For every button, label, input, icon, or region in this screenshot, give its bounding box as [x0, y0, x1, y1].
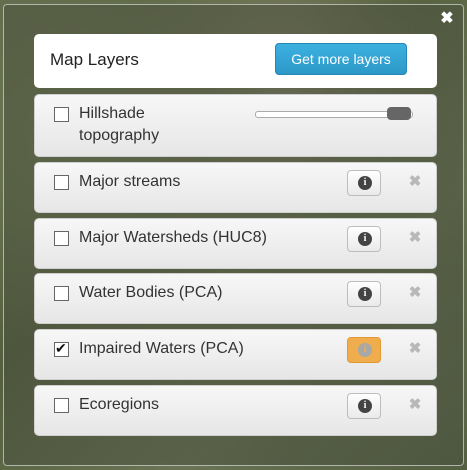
remove-icon[interactable]: ✖ — [408, 230, 422, 245]
remove-icon[interactable]: ✖ — [408, 397, 422, 412]
layer-item-major-streams: Major streams i ✖ — [34, 162, 437, 213]
layer-label: Water Bodies (PCA) — [79, 284, 223, 301]
remove-icon[interactable]: ✖ — [408, 285, 422, 300]
layer-checkbox[interactable] — [54, 398, 69, 413]
layer-item-major-watersheds: Major Watersheds (HUC8) i ✖ — [34, 218, 437, 269]
remove-icon[interactable]: ✖ — [408, 341, 422, 356]
close-icon[interactable]: ✖ — [439, 11, 455, 27]
info-icon: i — [358, 287, 372, 301]
panel-header: Map Layers Get more layers — [34, 34, 437, 88]
panel-title: Map Layers — [50, 50, 139, 69]
info-button[interactable]: i — [347, 281, 381, 307]
info-button[interactable]: i — [347, 226, 381, 252]
opacity-slider-handle[interactable] — [387, 107, 411, 120]
layer-item-ecoregions: Ecoregions i ✖ — [34, 385, 437, 436]
layer-label: Major Watersheds (HUC8) — [79, 229, 267, 246]
layer-label: Ecoregions — [79, 396, 160, 413]
layer-checkbox[interactable] — [54, 107, 69, 122]
layer-checkbox[interactable] — [54, 175, 69, 190]
layer-item-impaired-waters: Impaired Waters (PCA) i ✖ — [34, 329, 437, 380]
info-button[interactable]: i — [347, 393, 381, 419]
info-button[interactable]: i — [347, 337, 381, 363]
get-more-layers-button[interactable]: Get more layers — [275, 43, 407, 75]
layer-checkbox[interactable] — [54, 340, 69, 357]
layer-item-hillshade: Hillshade topography — [34, 94, 437, 157]
info-icon: i — [358, 176, 372, 190]
info-icon: i — [358, 399, 372, 413]
layer-label: Major streams — [79, 173, 181, 190]
info-icon: i — [358, 343, 372, 357]
map-layers-panel: ✖ Map Layers Get more layers Hillshade t… — [3, 4, 464, 466]
layer-checkbox[interactable] — [54, 231, 69, 246]
info-icon: i — [358, 232, 372, 246]
layer-label: Impaired Waters (PCA) — [79, 340, 244, 357]
info-button[interactable]: i — [347, 170, 381, 196]
remove-icon[interactable]: ✖ — [408, 174, 422, 189]
layer-label: Hillshade topography — [79, 105, 160, 144]
layer-checkbox[interactable] — [54, 286, 69, 301]
layer-item-water-bodies: Water Bodies (PCA) i ✖ — [34, 273, 437, 324]
